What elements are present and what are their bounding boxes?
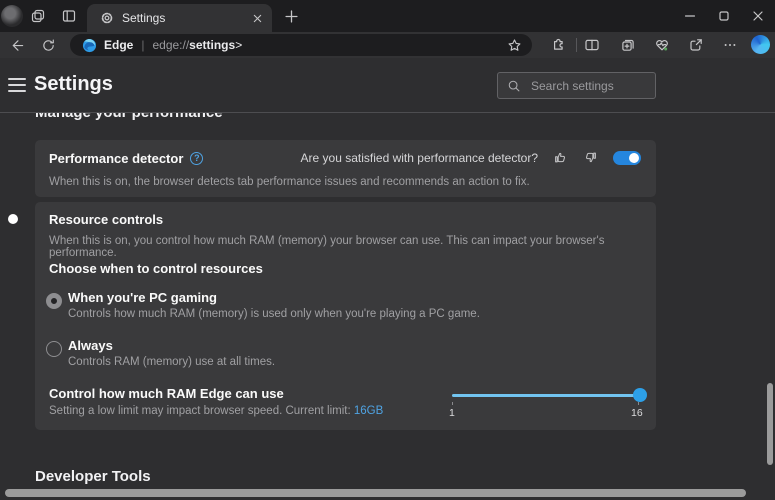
slider-tick-max: [638, 402, 639, 405]
current-limit-link[interactable]: 16GB: [354, 405, 383, 417]
thumbs-down-icon[interactable]: [583, 150, 598, 165]
ram-slider-track[interactable]: [452, 394, 642, 397]
radio-always[interactable]: [46, 341, 62, 357]
maximize-icon[interactable]: [707, 0, 741, 32]
resource-controls-card: Resource controls When this is on, you c…: [35, 202, 656, 430]
horizontal-scrollbar[interactable]: [5, 489, 746, 497]
performance-detector-toggle[interactable]: [613, 151, 641, 165]
collections-icon[interactable]: [619, 36, 637, 54]
workspaces-icon[interactable]: [30, 8, 46, 24]
resource-controls-description: When this is on, you control how much RA…: [49, 235, 656, 259]
address-separator: |: [141, 38, 144, 52]
slider-tick-min: [452, 402, 453, 405]
page-title: Settings: [34, 73, 113, 96]
performance-detector-title: Performance detector: [49, 151, 183, 166]
settings-header: [0, 58, 775, 113]
extensions-icon[interactable]: [549, 36, 567, 54]
ram-slider-thumb[interactable]: [633, 388, 647, 402]
minimize-icon[interactable]: [673, 0, 707, 32]
address-url: edge://settings>: [152, 38, 242, 52]
close-icon[interactable]: [741, 0, 775, 32]
back-icon[interactable]: [8, 36, 26, 54]
radio-always-label[interactable]: Always: [68, 338, 113, 353]
search-settings-box[interactable]: [497, 72, 656, 99]
search-input[interactable]: [529, 78, 643, 94]
resource-controls-title: Resource controls: [49, 212, 163, 227]
tab-close-icon[interactable]: [253, 14, 262, 23]
toolbar: Edge | edge://settings>: [0, 32, 775, 58]
vertical-scrollbar[interactable]: [767, 383, 773, 465]
vertical-tabs-icon[interactable]: [61, 8, 77, 24]
gear-icon: [100, 11, 114, 25]
titlebar: Settings: [0, 0, 775, 32]
address-bar[interactable]: Edge | edge://settings>: [70, 34, 532, 56]
new-tab-icon[interactable]: [283, 8, 299, 24]
ram-limit-title: Control how much RAM Edge can use: [49, 386, 284, 401]
ram-limit-description: Setting a low limit may impact browser s…: [49, 405, 383, 417]
section-title-developer-tools: Developer Tools: [35, 468, 151, 485]
radio-always-description: Controls RAM (memory) use at all times.: [68, 356, 275, 368]
edge-logo-icon: [82, 38, 97, 53]
copilot-icon[interactable]: [751, 35, 770, 54]
slider-min-label: 1: [449, 407, 455, 419]
search-icon: [507, 79, 521, 93]
slider-max-label: 16: [631, 407, 643, 419]
toolbar-divider: [576, 38, 577, 52]
feedback-question: Are you satisfied with performance detec…: [301, 151, 538, 165]
refresh-icon[interactable]: [39, 36, 57, 54]
radio-pc-gaming-label[interactable]: When you're PC gaming: [68, 290, 217, 305]
browser-essentials-icon[interactable]: [653, 36, 671, 54]
radio-pc-gaming[interactable]: [46, 293, 62, 309]
share-icon[interactable]: [687, 36, 705, 54]
help-icon[interactable]: ?: [190, 152, 203, 165]
radio-pc-gaming-description: Controls how much RAM (memory) is used o…: [68, 308, 480, 320]
window-controls: [673, 0, 775, 32]
split-screen-icon[interactable]: [583, 36, 601, 54]
favorite-star-icon[interactable]: [507, 38, 522, 53]
tab-settings[interactable]: Settings: [87, 4, 272, 32]
performance-detector-description: When this is on, the browser detects tab…: [49, 176, 530, 188]
profile-avatar[interactable]: [1, 5, 23, 27]
menu-icon[interactable]: [8, 78, 26, 92]
address-brand-label: Edge: [104, 38, 133, 52]
tab-title: Settings: [122, 11, 253, 25]
performance-detector-card: Performance detector ? Are you satisfied…: [35, 140, 656, 197]
choose-resources-title: Choose when to control resources: [49, 261, 263, 276]
more-menu-icon[interactable]: [721, 36, 739, 54]
thumbs-up-icon[interactable]: [553, 150, 568, 165]
